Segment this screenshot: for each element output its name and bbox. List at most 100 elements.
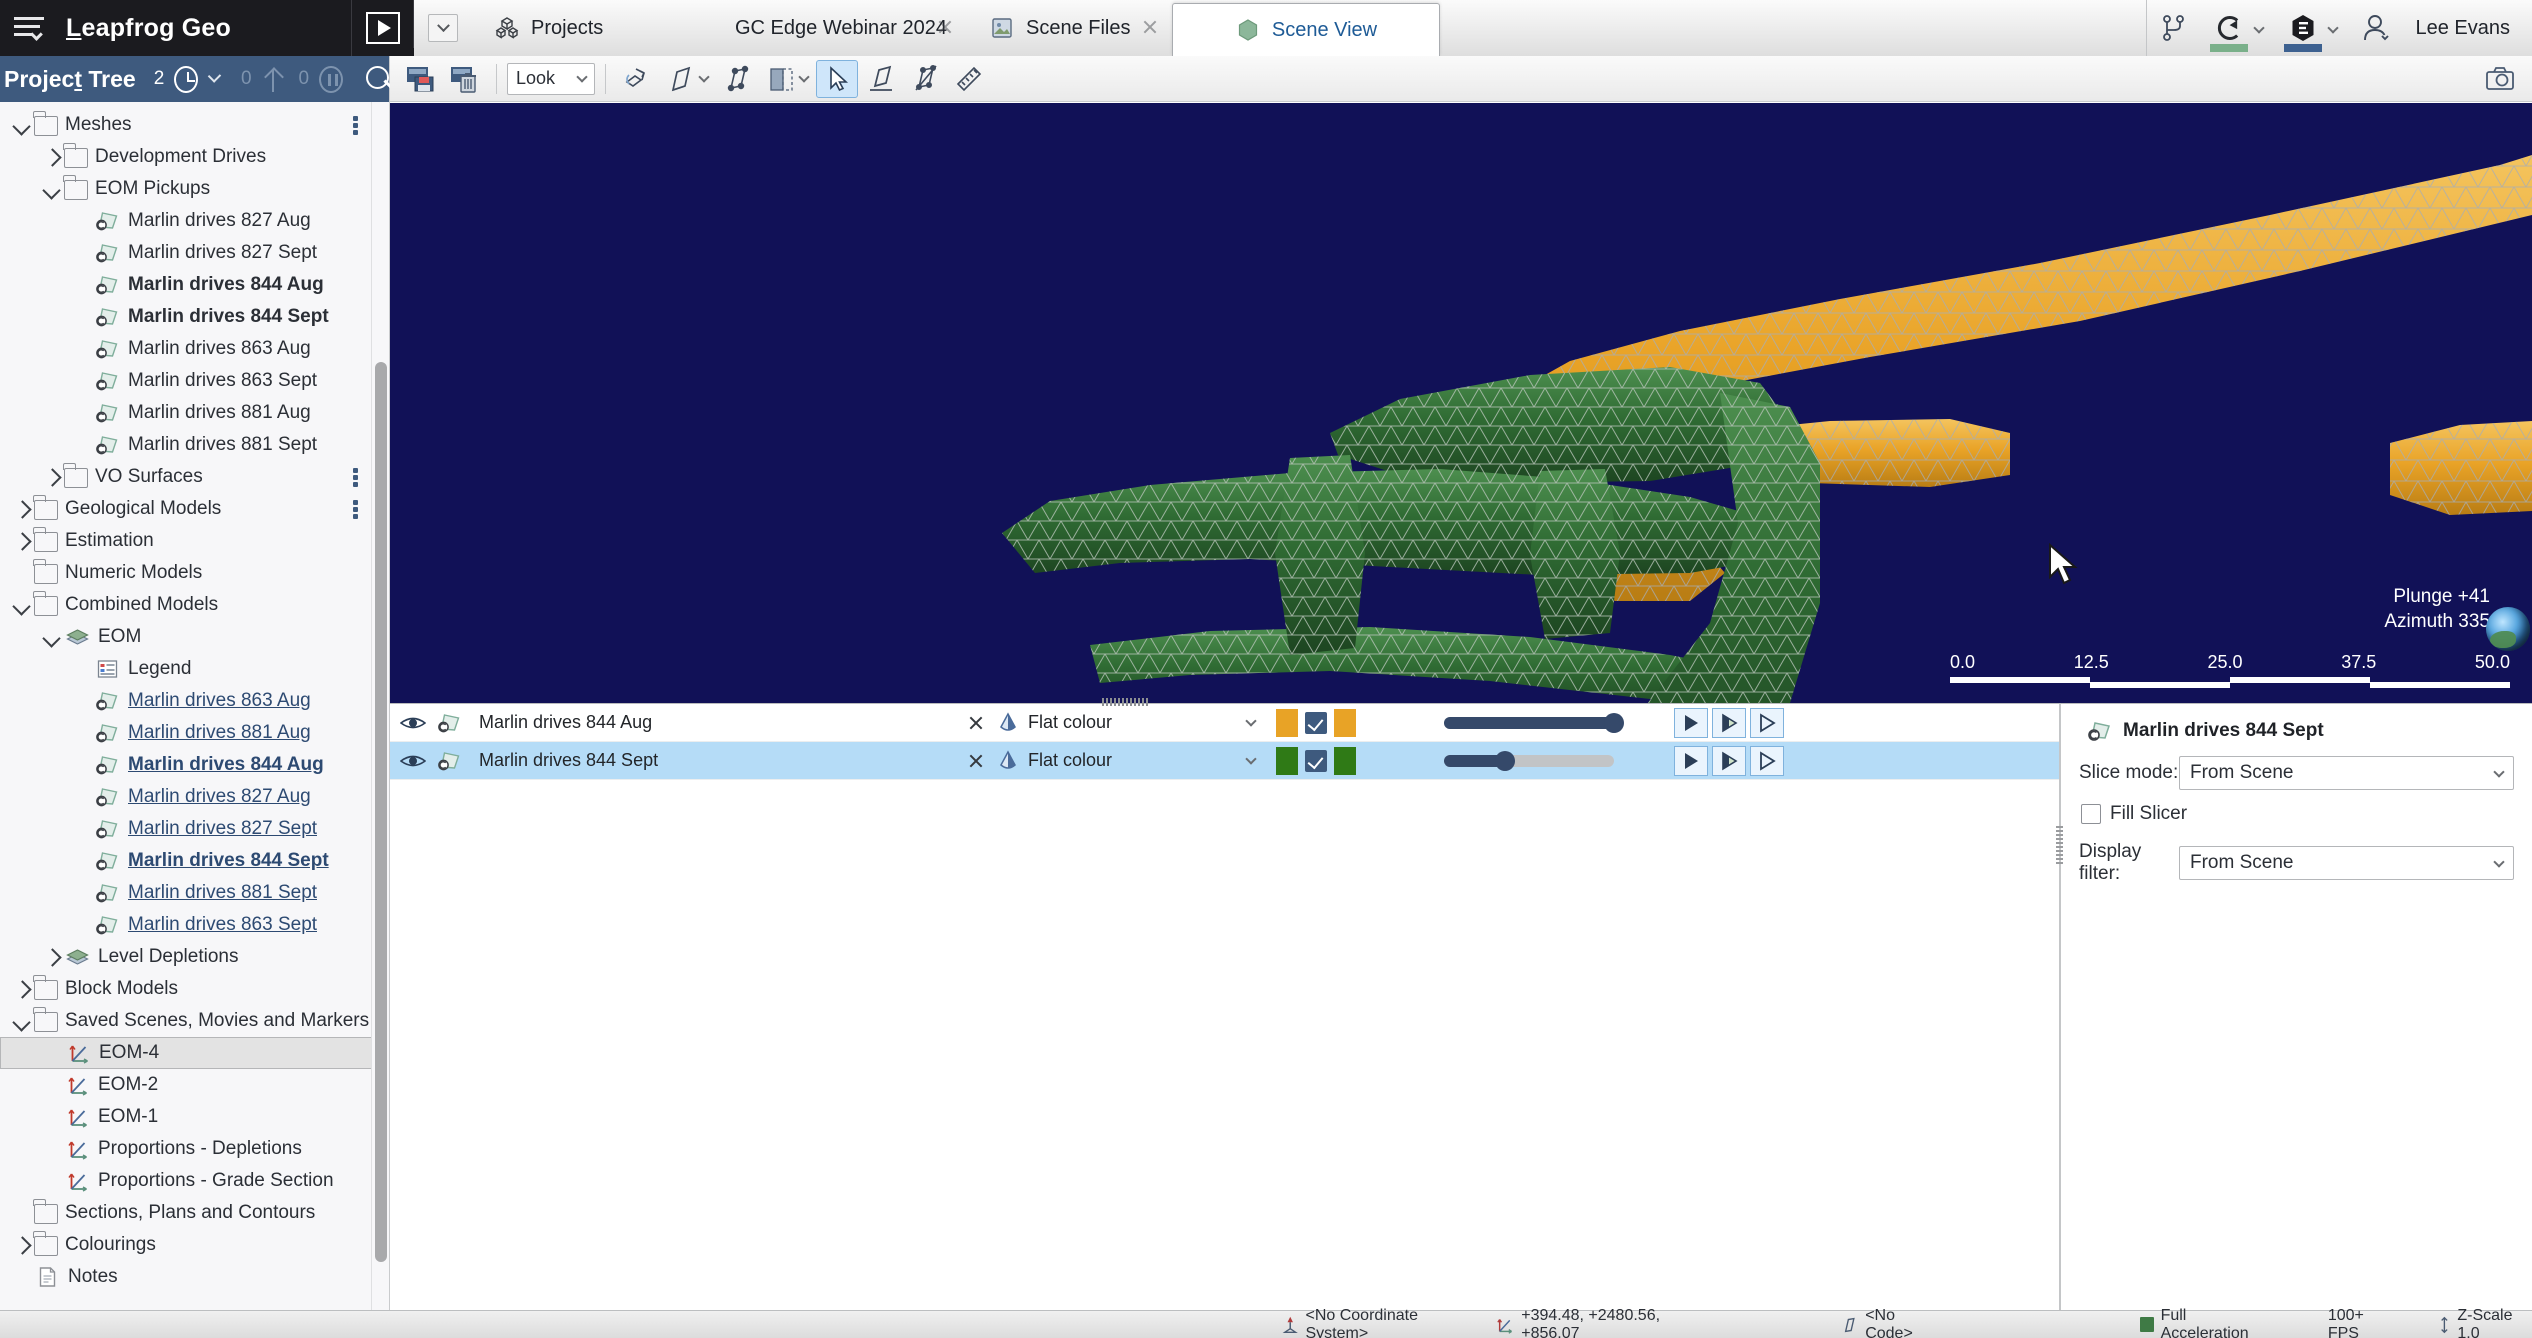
run-button[interactable]: [352, 0, 414, 56]
polyline-tool[interactable]: [716, 60, 758, 98]
tree-item-marlin-drives-881-sept[interactable]: Marlin drives 881 Sept: [0, 429, 372, 461]
look-mode-select[interactable]: Look: [507, 62, 595, 95]
tree-item-marlin-drives-844-sept[interactable]: Marlin drives 844 Sept: [0, 845, 372, 877]
close-icon[interactable]: [1142, 19, 1158, 35]
colour-swatch-left[interactable]: [1276, 746, 1298, 775]
tree-item-marlin-drives-844-aug[interactable]: Marlin drives 844 Aug: [0, 269, 372, 301]
tree-item-marlin-drives-881-aug[interactable]: Marlin drives 881 Aug: [0, 397, 372, 429]
draw-line-tool[interactable]: [660, 60, 702, 98]
tree-item-geological-models[interactable]: Geological Models: [0, 493, 372, 525]
twisty-collapse-icon[interactable]: [10, 594, 32, 616]
fill-slicer-checkbox[interactable]: Fill Slicer: [2081, 803, 2514, 825]
colour-swatches[interactable]: [1276, 746, 1386, 775]
scene-object-row[interactable]: Marlin drives 844 Sept Flat colour: [390, 742, 2059, 780]
up-arrow-icon[interactable]: [262, 66, 281, 92]
tree-item-marlin-drives-827-sept[interactable]: Marlin drives 827 Sept: [0, 237, 372, 269]
colour-swatch-left[interactable]: [1276, 708, 1298, 737]
tree-item-eom[interactable]: EOM: [0, 621, 372, 653]
opacity-slider[interactable]: [1444, 712, 1644, 733]
branch-icon[interactable]: [2147, 0, 2199, 56]
play-outline-icon[interactable]: [1750, 707, 1784, 738]
display-filter-select[interactable]: From Scene: [2179, 846, 2514, 880]
twisty-collapse-icon[interactable]: [40, 626, 62, 648]
tree-item-combined-models[interactable]: Combined Models: [0, 589, 372, 621]
delete-scene-button[interactable]: [444, 60, 486, 98]
chevron-down-icon[interactable]: [207, 69, 222, 83]
search-icon[interactable]: [365, 65, 389, 93]
visibility-toggle[interactable]: [390, 752, 436, 770]
tree-item-eom-1[interactable]: EOM-1: [0, 1101, 372, 1133]
scrollbar-thumb[interactable]: [375, 362, 387, 1262]
twisty-expand-icon[interactable]: [10, 498, 32, 520]
context-menu-icon[interactable]: [353, 116, 358, 135]
tree-item-marlin-drives-827-sept[interactable]: Marlin drives 827 Sept: [0, 813, 372, 845]
clipping-tool[interactable]: [760, 60, 802, 98]
tree-item-numeric-models[interactable]: Numeric Models: [0, 557, 372, 589]
tab-projects[interactable]: Projects: [472, 0, 702, 56]
colour-mode-chevron[interactable]: [1226, 715, 1276, 727]
play-solid-icon[interactable]: [1674, 707, 1708, 738]
tree-item-saved-scenes-movies-and-markers[interactable]: Saved Scenes, Movies and Markers: [0, 1005, 372, 1037]
select-tool[interactable]: [816, 59, 858, 98]
tree-item-colourings[interactable]: Colourings: [0, 1229, 372, 1261]
tree-item-meshes[interactable]: Meshes: [0, 109, 372, 141]
tree-item-legend[interactable]: Legend: [0, 653, 372, 685]
context-menu-icon[interactable]: [353, 500, 358, 519]
camera-icon[interactable]: [2480, 60, 2522, 98]
colour-mode-select[interactable]: Flat colour: [996, 711, 1226, 735]
tab-gc-edge-webinar-2024[interactable]: GC Edge Webinar 2024: [702, 0, 967, 56]
tree-item-vo-surfaces[interactable]: VO Surfaces: [0, 461, 372, 493]
twisty-collapse-icon[interactable]: [40, 178, 62, 200]
scene-object-name[interactable]: Marlin drives 844 Sept: [436, 750, 956, 772]
scene-object-row[interactable]: Marlin drives 844 Aug Flat colour: [390, 704, 2059, 742]
play-half-icon[interactable]: [1712, 745, 1746, 776]
central-icon[interactable]: [2203, 0, 2255, 56]
tree-item-marlin-drives-844-aug[interactable]: Marlin drives 844 Aug: [0, 749, 372, 781]
tree-item-notes[interactable]: Notes: [0, 1261, 372, 1293]
twisty-collapse-icon[interactable]: [10, 114, 32, 136]
slicer-tool[interactable]: [904, 60, 946, 98]
scene-viewport[interactable]: Plunge +41 Azimuth 335 0.0 12.5 25.0 37.5 50…: [390, 103, 2532, 703]
draw-plane-tool[interactable]: [860, 60, 902, 98]
colour-swatch-right[interactable]: [1334, 746, 1356, 775]
globe-orientation-icon[interactable]: [2486, 607, 2530, 651]
close-icon[interactable]: [937, 19, 953, 35]
tree-item-eom-pickups[interactable]: EOM Pickups: [0, 173, 372, 205]
context-menu-icon[interactable]: [353, 468, 358, 487]
tree-item-level-depletions[interactable]: Level Depletions: [0, 941, 372, 973]
tree-item-marlin-drives-844-sept[interactable]: Marlin drives 844 Sept: [0, 301, 372, 333]
tree-item-marlin-drives-863-sept[interactable]: Marlin drives 863 Sept: [0, 909, 372, 941]
slider-track[interactable]: [1444, 750, 1614, 771]
tree-item-estimation[interactable]: Estimation: [0, 525, 372, 557]
user-avatar-icon[interactable]: [2351, 0, 2403, 56]
project-tree-scrollbar[interactable]: [371, 102, 389, 1310]
tree-item-marlin-drives-881-aug[interactable]: Marlin drives 881 Aug: [0, 717, 372, 749]
twisty-expand-icon[interactable]: [10, 1234, 32, 1256]
chevron-down-icon[interactable]: [2253, 22, 2266, 34]
tree-item-marlin-drives-863-aug[interactable]: Marlin drives 863 Aug: [0, 333, 372, 365]
remove-object-button[interactable]: [956, 715, 996, 731]
colour-mode-select[interactable]: Flat colour: [996, 749, 1226, 773]
tree-item-marlin-drives-881-sept[interactable]: Marlin drives 881 Sept: [0, 877, 372, 909]
twisty-expand-icon[interactable]: [10, 530, 32, 552]
measure-tool[interactable]: [948, 60, 990, 98]
colour-checkbox[interactable]: [1305, 711, 1327, 734]
twisty-expand-icon[interactable]: [40, 146, 62, 168]
remove-object-button[interactable]: [956, 753, 996, 769]
slider-track[interactable]: [1444, 712, 1624, 733]
orbit-tool[interactable]: [616, 60, 658, 98]
slider-knob[interactable]: [1604, 712, 1624, 733]
twisty-expand-icon[interactable]: [40, 946, 62, 968]
edge-hex-icon[interactable]: [2277, 0, 2329, 56]
colour-swatches[interactable]: [1276, 708, 1386, 737]
project-tree-list[interactable]: Meshes Development Drives EOM Pickups Marli…: [0, 102, 372, 1310]
clock-icon[interactable]: [174, 65, 199, 93]
slice-mode-select[interactable]: From Scene: [2179, 756, 2514, 790]
play-solid-icon[interactable]: [1674, 745, 1708, 776]
visibility-toggle[interactable]: [390, 714, 436, 732]
tree-item-marlin-drives-863-aug[interactable]: Marlin drives 863 Aug: [0, 685, 372, 717]
tree-item-sections-plans-and-contours[interactable]: Sections, Plans and Contours: [0, 1197, 372, 1229]
save-scene-button[interactable]: [400, 60, 442, 98]
tab-scene-view[interactable]: Scene View: [1172, 3, 1440, 56]
play-half-icon[interactable]: [1712, 707, 1746, 738]
